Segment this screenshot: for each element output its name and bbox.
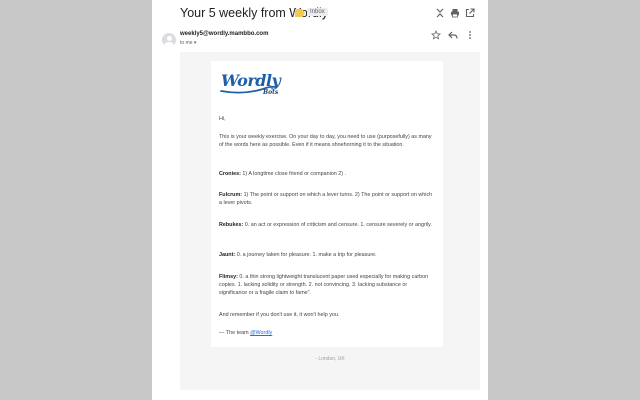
word-definition: 1) The point or support on which a lever… <box>219 192 433 206</box>
right-gutter <box>488 0 640 400</box>
word-definition: 0. an act or expression of criticism and… <box>244 222 432 228</box>
wordly-logo: Wordly Bots <box>219 71 283 101</box>
footer-location: - London, UK <box>315 356 345 362</box>
word-definition: 0. a journey taken for pleasure. 1. make… <box>236 252 377 258</box>
word-term: Flimsy: <box>219 274 238 280</box>
word-term: Jaunt: <box>219 252 236 258</box>
email-subject: Your 5 weekly from Wordly <box>180 6 328 20</box>
word-entry: Flimsy: 0. a thin strong lightweight tra… <box>219 273 435 297</box>
signoff: — The team @Wordly <box>219 329 435 337</box>
word-definition: 1) A longtime close friend or companion … <box>242 171 347 177</box>
intro-paragraph: This is your weekly exercise. On your da… <box>219 134 432 148</box>
avatar <box>162 33 176 47</box>
print-icon[interactable] <box>450 8 460 18</box>
word-term: Rebukes: <box>219 222 244 228</box>
reply-icon[interactable] <box>448 30 458 40</box>
word-entry: Jaunt: 0. a journey taken for pleasure. … <box>219 251 435 259</box>
word-entry: Rebukes: 0. an act or expression of crit… <box>219 221 435 229</box>
recipient-line[interactable]: to me ▾ <box>180 40 196 46</box>
email-card: Wordly Bots Hi, This is your weekly exer… <box>211 61 443 347</box>
sender-address: weekly5@wordly.mambbo.com <box>180 31 269 37</box>
label-icon[interactable] <box>295 9 305 17</box>
wordly-link[interactable]: @Wordly <box>250 330 272 336</box>
logo-subtext: Bots <box>263 89 279 96</box>
inbox-label[interactable]: Inbox <box>307 8 328 16</box>
word-definition: 0. a thin strong lightweight translucent… <box>219 274 429 296</box>
word-entry: Fulcrum: 1) The point or support on whic… <box>219 191 435 207</box>
collapse-icon[interactable] <box>435 8 445 18</box>
open-in-new-icon[interactable] <box>465 8 475 18</box>
signoff-text: — The team <box>219 330 249 336</box>
star-icon[interactable] <box>431 30 441 40</box>
subject-bar: Your 5 weekly from Wordly Inbox <box>152 0 488 28</box>
left-gutter <box>0 0 152 400</box>
word-term: Fulcrum: <box>219 192 243 198</box>
more-vert-icon[interactable] <box>465 30 475 40</box>
word-entry: Cronies: 1) A longtime close friend or c… <box>219 170 435 178</box>
email-view: Your 5 weekly from Wordly Inbox weekly5@… <box>152 0 488 400</box>
email-body-background: Wordly Bots Hi, This is your weekly exer… <box>180 52 480 390</box>
closing-line: And remember if you don't use it, it won… <box>219 312 340 318</box>
word-term: Cronies: <box>219 171 241 177</box>
greeting: Hi, <box>219 116 226 122</box>
